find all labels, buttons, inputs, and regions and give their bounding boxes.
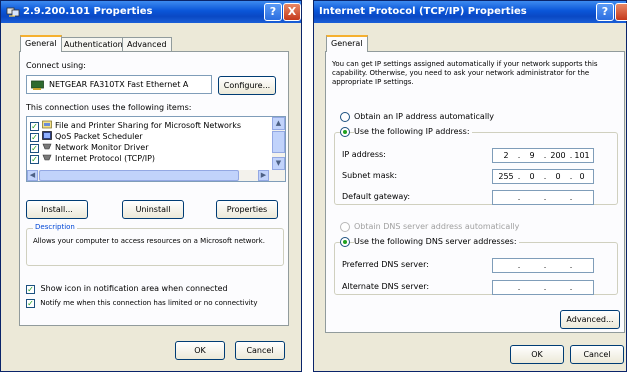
default-gateway-field[interactable]: . . . bbox=[492, 190, 594, 205]
intro-text: You can get IP settings assigned automat… bbox=[332, 60, 598, 86]
scroll-left-icon[interactable]: ◀ bbox=[27, 170, 38, 181]
description-label: Description bbox=[33, 223, 77, 231]
ip-address-label: IP address: bbox=[342, 150, 386, 159]
scroll-up-icon[interactable]: ▲ bbox=[272, 117, 285, 130]
title-bar[interactable]: Internet Protocol (TCP/IP) Properties ? bbox=[314, 1, 627, 23]
tab-authentication[interactable]: Authentication bbox=[59, 37, 128, 52]
tab-general[interactable]: General bbox=[20, 35, 62, 52]
driver-icon bbox=[42, 143, 52, 150]
ip-address-field[interactable]: 2 . 9 . 200 . 101 bbox=[492, 148, 594, 163]
use-following-dns-radio[interactable] bbox=[340, 237, 350, 247]
list-item[interactable]: ✓ Internet Protocol (TCP/IP) bbox=[30, 153, 155, 164]
checkbox-checked[interactable]: ✓ bbox=[30, 122, 39, 131]
properties-button[interactable]: Properties bbox=[216, 200, 278, 219]
alternate-dns-field[interactable]: . . . bbox=[492, 280, 594, 295]
cancel-button[interactable]: Cancel bbox=[235, 341, 285, 360]
scheduler-icon bbox=[42, 131, 52, 140]
network-adapter-icon bbox=[31, 80, 44, 90]
help-button[interactable]: ? bbox=[264, 3, 282, 21]
checkbox-checked[interactable]: ✓ bbox=[30, 133, 39, 142]
cancel-button[interactable]: Cancel bbox=[570, 345, 624, 364]
preferred-dns-field[interactable]: . . . bbox=[492, 258, 594, 273]
install-button[interactable]: Install... bbox=[26, 200, 88, 219]
subnet-mask-field[interactable]: 255 . 0 . 0 . 0 bbox=[492, 169, 594, 184]
description-group: Description Allows your computer to acce… bbox=[26, 223, 284, 266]
list-item[interactable]: ✓ File and Printer Sharing for Microsoft … bbox=[30, 120, 241, 131]
file-sharing-icon bbox=[42, 120, 52, 129]
window-title: Internet Protocol (TCP/IP) Properties bbox=[319, 6, 527, 17]
checkbox-checked[interactable]: ✓ bbox=[26, 299, 35, 308]
help-button[interactable]: ? bbox=[596, 3, 614, 21]
title-bar[interactable]: 2.9.200.101 Properties ? X bbox=[1, 1, 301, 23]
close-button[interactable] bbox=[615, 3, 627, 21]
components-list[interactable]: ✓ File and Printer Sharing for Microsoft … bbox=[26, 116, 286, 182]
general-tab-panel: You can get IP settings assigned automat… bbox=[325, 51, 625, 333]
show-icon-option[interactable]: ✓ Show icon in notification area when co… bbox=[26, 284, 228, 294]
protocol-icon bbox=[42, 154, 52, 161]
alternate-dns-label: Alternate DNS server: bbox=[342, 282, 430, 291]
notify-option[interactable]: ✓ Notify me when this connection has lim… bbox=[26, 299, 258, 308]
obtain-dns-auto-label: Obtain DNS server address automatically bbox=[354, 222, 520, 231]
tab-advanced[interactable]: Advanced bbox=[122, 37, 172, 52]
tab-general[interactable]: General bbox=[326, 35, 368, 52]
advanced-button[interactable]: Advanced... bbox=[560, 310, 620, 329]
scroll-right-icon[interactable]: ▶ bbox=[258, 170, 269, 181]
adapter-name: NETGEAR FA310TX Fast Ethernet A bbox=[49, 80, 189, 89]
connect-using-label: Connect using: bbox=[26, 61, 86, 70]
checkbox-checked[interactable]: ✓ bbox=[30, 144, 39, 153]
use-following-ip-label: Use the following IP address: bbox=[354, 127, 472, 136]
obtain-ip-auto-label: Obtain an IP address automatically bbox=[354, 112, 495, 121]
use-following-dns-label: Use the following DNS server addresses: bbox=[354, 237, 519, 246]
description-text: Allows your computer to access resources… bbox=[33, 237, 265, 245]
horizontal-scrollbar[interactable]: ◀ ▶ bbox=[27, 170, 285, 181]
ok-button[interactable]: OK bbox=[175, 341, 225, 360]
obtain-dns-auto-radio[interactable] bbox=[340, 222, 350, 232]
checkbox-checked[interactable]: ✓ bbox=[30, 155, 39, 164]
list-item[interactable]: ✓ QoS Packet Scheduler bbox=[30, 131, 143, 142]
tcpip-properties-window: Internet Protocol (TCP/IP) Properties ? … bbox=[313, 0, 627, 372]
scroll-down-icon[interactable]: ▼ bbox=[272, 157, 285, 170]
network-connection-icon bbox=[6, 7, 20, 17]
vertical-scrollbar[interactable]: ▲ ▼ bbox=[272, 117, 285, 170]
subnet-mask-label: Subnet mask: bbox=[342, 171, 398, 180]
checkbox-checked[interactable]: ✓ bbox=[26, 285, 35, 294]
obtain-ip-auto-radio[interactable] bbox=[340, 112, 350, 122]
use-following-ip-radio[interactable] bbox=[340, 127, 350, 137]
uninstall-button[interactable]: Uninstall bbox=[122, 200, 184, 219]
components-label: This connection uses the following items… bbox=[26, 103, 192, 112]
ok-button[interactable]: OK bbox=[510, 345, 564, 364]
window-title: 2.9.200.101 Properties bbox=[23, 6, 153, 17]
adapter-field: NETGEAR FA310TX Fast Ethernet A bbox=[26, 75, 212, 94]
default-gateway-label: Default gateway: bbox=[342, 192, 411, 201]
scroll-thumb[interactable] bbox=[39, 170, 239, 181]
preferred-dns-label: Preferred DNS server: bbox=[342, 260, 429, 269]
configure-button[interactable]: Configure... bbox=[218, 76, 276, 95]
general-tab-panel: Connect using: NETGEAR FA310TX Fast Ethe… bbox=[19, 51, 289, 326]
close-button[interactable]: X bbox=[283, 3, 301, 21]
scroll-thumb[interactable] bbox=[272, 131, 285, 153]
list-item[interactable]: ✓ Network Monitor Driver bbox=[30, 142, 149, 153]
connection-properties-window: 2.9.200.101 Properties ? X General Authe… bbox=[0, 0, 302, 372]
